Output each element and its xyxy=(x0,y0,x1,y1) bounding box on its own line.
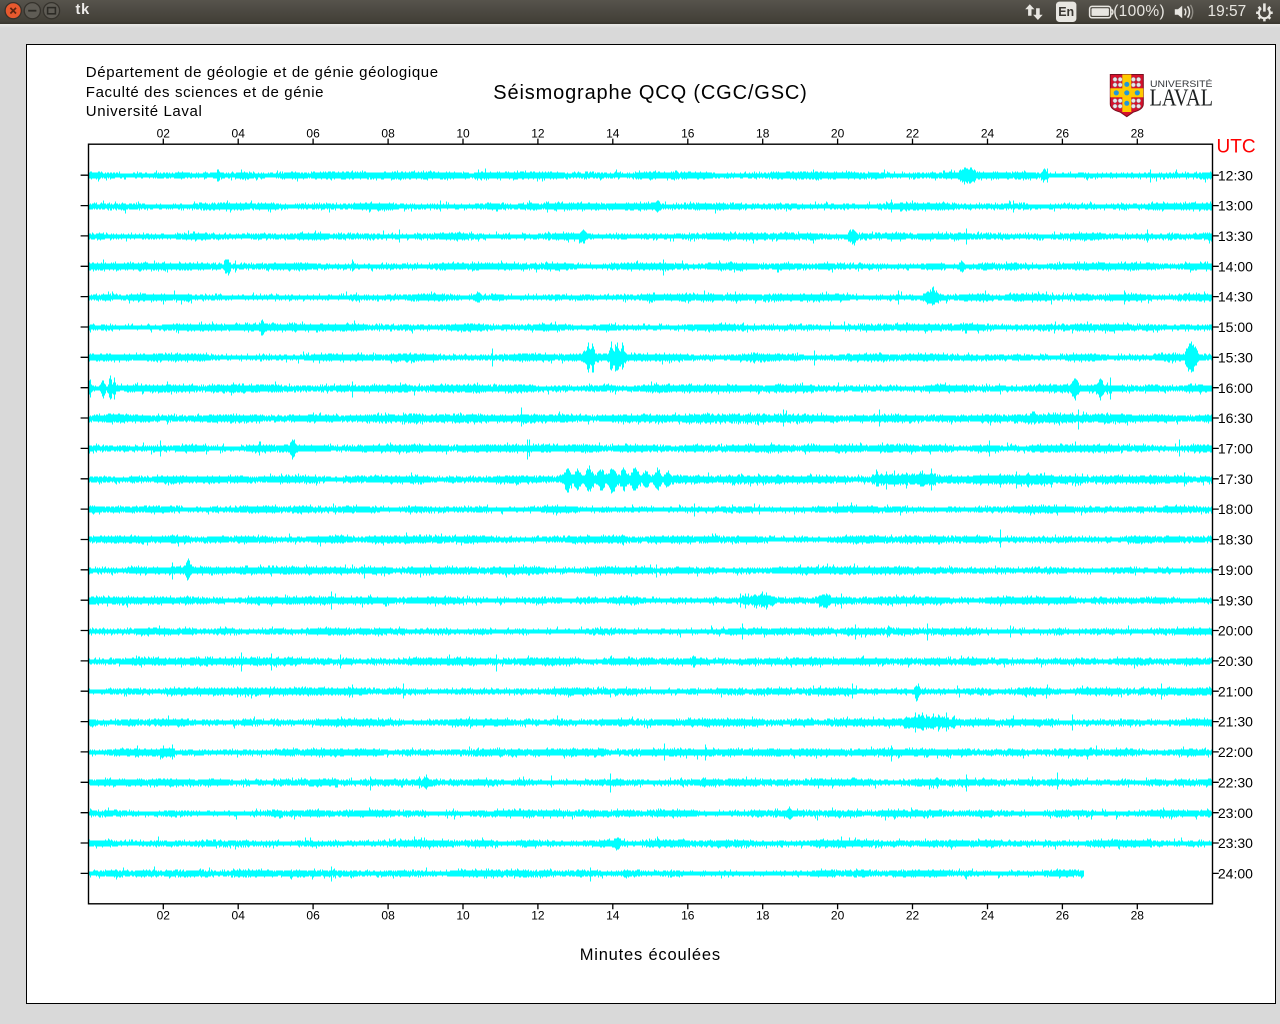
svg-text:22: 22 xyxy=(906,908,920,922)
svg-text:24: 24 xyxy=(981,126,995,140)
svg-text:20:00: 20:00 xyxy=(1218,623,1253,639)
svg-text:22:30: 22:30 xyxy=(1218,774,1253,790)
svg-text:04: 04 xyxy=(232,126,246,140)
svg-text:13:00: 13:00 xyxy=(1218,198,1253,214)
svg-text:15:00: 15:00 xyxy=(1218,319,1253,335)
svg-text:16: 16 xyxy=(681,126,695,140)
svg-text:08: 08 xyxy=(381,908,395,922)
svg-text:18: 18 xyxy=(756,126,770,140)
svg-text:16:30: 16:30 xyxy=(1218,410,1253,426)
svg-text:28: 28 xyxy=(1131,126,1145,140)
svg-text:18: 18 xyxy=(756,908,770,922)
svg-text:15:30: 15:30 xyxy=(1218,349,1253,365)
svg-text:06: 06 xyxy=(306,908,320,922)
svg-text:02: 02 xyxy=(157,126,171,140)
svg-text:28: 28 xyxy=(1131,908,1145,922)
svg-text:20: 20 xyxy=(831,908,845,922)
svg-text:16:00: 16:00 xyxy=(1218,380,1253,396)
svg-text:02: 02 xyxy=(157,908,171,922)
svg-text:08: 08 xyxy=(381,126,395,140)
svg-text:23:30: 23:30 xyxy=(1218,835,1253,851)
svg-text:14:00: 14:00 xyxy=(1218,258,1253,274)
svg-text:16: 16 xyxy=(681,908,695,922)
svg-text:24:00: 24:00 xyxy=(1218,866,1253,882)
svg-text:17:30: 17:30 xyxy=(1218,471,1253,487)
svg-text:Minutes écoulées: Minutes écoulées xyxy=(580,946,721,964)
svg-text:26: 26 xyxy=(1056,908,1070,922)
svg-text:13:30: 13:30 xyxy=(1218,228,1253,244)
svg-text:14:30: 14:30 xyxy=(1218,289,1253,305)
svg-text:10: 10 xyxy=(456,908,470,922)
svg-text:06: 06 xyxy=(306,126,320,140)
svg-text:UTC: UTC xyxy=(1217,136,1256,157)
svg-text:24: 24 xyxy=(981,908,995,922)
svg-text:04: 04 xyxy=(232,908,246,922)
svg-text:19:00: 19:00 xyxy=(1218,562,1253,578)
svg-text:21:00: 21:00 xyxy=(1218,683,1253,699)
svg-text:18:00: 18:00 xyxy=(1218,501,1253,517)
svg-text:21:30: 21:30 xyxy=(1218,714,1253,730)
svg-text:12:30: 12:30 xyxy=(1218,167,1253,183)
svg-text:20:30: 20:30 xyxy=(1218,653,1253,669)
svg-text:20: 20 xyxy=(831,126,845,140)
svg-text:12: 12 xyxy=(531,126,545,140)
svg-text:10: 10 xyxy=(456,126,470,140)
svg-text:19:30: 19:30 xyxy=(1218,592,1253,608)
svg-text:18:30: 18:30 xyxy=(1218,532,1253,548)
svg-text:14: 14 xyxy=(606,908,620,922)
svg-text:22:00: 22:00 xyxy=(1218,744,1253,760)
svg-text:12: 12 xyxy=(531,908,545,922)
svg-text:17:00: 17:00 xyxy=(1218,441,1253,457)
svg-text:22: 22 xyxy=(906,126,920,140)
svg-text:23:00: 23:00 xyxy=(1218,805,1253,821)
svg-text:En: En xyxy=(1058,5,1074,19)
svg-text:26: 26 xyxy=(1056,126,1070,140)
svg-text:14: 14 xyxy=(606,126,620,140)
